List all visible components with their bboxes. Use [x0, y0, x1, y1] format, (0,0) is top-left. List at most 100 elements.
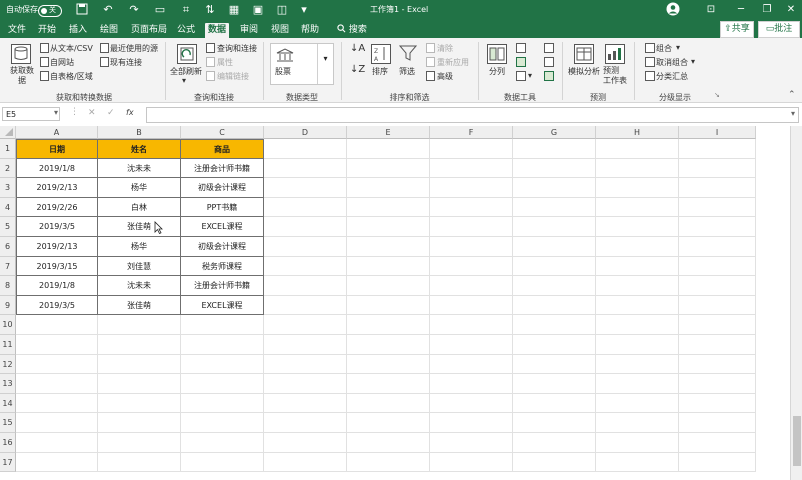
column-header[interactable]: F — [430, 126, 513, 139]
row-header[interactable]: 13 — [0, 374, 16, 394]
sort-desc-icon[interactable]: ↓Z — [350, 64, 365, 75]
grid-cell[interactable] — [430, 335, 513, 355]
grid-cell[interactable] — [347, 413, 430, 433]
borders-icon[interactable]: ▦ — [226, 3, 242, 17]
filter-button[interactable]: 筛选 — [399, 66, 415, 77]
grid-cell[interactable] — [513, 315, 596, 335]
data-types-gallery[interactable]: 股票 ▾ — [270, 43, 334, 85]
tab-view[interactable]: 视图 — [268, 23, 292, 38]
account-icon[interactable] — [660, 2, 686, 18]
get-data-icon[interactable] — [11, 44, 31, 64]
table-cell[interactable]: 2019/3/5 — [16, 295, 98, 316]
grid-cell[interactable] — [16, 413, 98, 433]
grid-cell[interactable] — [679, 197, 756, 218]
grid-cell[interactable] — [513, 139, 596, 159]
grid-cell[interactable] — [181, 433, 264, 453]
reapply-button[interactable]: 重新应用 — [437, 57, 469, 68]
table-cell[interactable]: 2019/2/26 — [16, 197, 98, 218]
grid-cell[interactable] — [98, 452, 181, 473]
grid-cell[interactable] — [430, 315, 513, 335]
grid-cell[interactable] — [264, 374, 347, 394]
column-header[interactable]: D — [264, 126, 347, 139]
close-icon[interactable]: ✕ — [778, 2, 802, 18]
customize-quick-access-icon[interactable]: ▾ — [296, 3, 312, 17]
grid-cell[interactable] — [596, 178, 679, 198]
table-cell[interactable]: 2019/1/8 — [16, 158, 98, 179]
grid-cell[interactable] — [430, 354, 513, 375]
relationships-icon[interactable] — [544, 57, 554, 67]
grid-cell[interactable] — [430, 197, 513, 218]
table-cell[interactable]: 杨华 — [98, 178, 181, 198]
filter-quick-icon[interactable]: ⌗ — [178, 3, 194, 17]
tab-draw[interactable]: 绘图 — [97, 23, 121, 38]
grid-cell[interactable] — [513, 433, 596, 453]
tab-file[interactable]: 文件 — [5, 23, 29, 38]
select-all-corner[interactable] — [0, 126, 16, 139]
grid-cell[interactable] — [181, 335, 264, 355]
grid-cell[interactable] — [430, 295, 513, 316]
grid-cell[interactable] — [679, 433, 756, 453]
grid-cell[interactable] — [679, 452, 756, 473]
grid-cell[interactable] — [596, 433, 679, 453]
grid-cell[interactable] — [430, 256, 513, 277]
grid-cell[interactable] — [264, 217, 347, 237]
table-cell[interactable]: 注册会计师书籍 — [181, 158, 264, 179]
grid-cell[interactable] — [430, 139, 513, 159]
tab-formulas[interactable]: 公式 — [174, 23, 198, 38]
grid-cell[interactable] — [264, 158, 347, 179]
grid-cell[interactable] — [679, 276, 756, 296]
grid-cell[interactable] — [513, 374, 596, 394]
table-header-cell[interactable]: 日期 — [16, 139, 98, 159]
grid-cell[interactable] — [264, 295, 347, 316]
table-cell[interactable]: 2019/3/15 — [16, 256, 98, 277]
grid-cell[interactable] — [16, 315, 98, 335]
grid-cell[interactable] — [347, 178, 430, 198]
print-icon[interactable]: ▣ — [250, 3, 266, 17]
share-button[interactable]: ⇪共享 — [720, 21, 754, 38]
table-cell[interactable]: PPT书籍 — [181, 197, 264, 218]
data-validation-icon[interactable] — [516, 71, 526, 81]
grid-cell[interactable] — [679, 374, 756, 394]
properties-button[interactable]: 属性 — [217, 57, 233, 68]
refresh-all-icon[interactable] — [177, 44, 197, 64]
grid-cell[interactable] — [347, 237, 430, 257]
grid-cell[interactable] — [679, 295, 756, 316]
column-header[interactable]: I — [679, 126, 756, 139]
grid-cell[interactable] — [430, 217, 513, 237]
grid-cell[interactable] — [264, 237, 347, 257]
grid-cell[interactable] — [98, 433, 181, 453]
table-cell[interactable]: 2019/2/13 — [16, 237, 98, 257]
grid-cell[interactable] — [596, 139, 679, 159]
expand-formula-bar-icon[interactable]: ▾ — [791, 109, 795, 118]
grid-cell[interactable] — [513, 276, 596, 296]
grid-cell[interactable] — [181, 452, 264, 473]
save-icon[interactable] — [74, 3, 90, 17]
row-header[interactable]: 17 — [0, 452, 16, 473]
grid-cell[interactable] — [513, 452, 596, 473]
grid-cell[interactable] — [347, 374, 430, 394]
data-model-icon[interactable] — [544, 71, 554, 81]
grid-cell[interactable] — [513, 335, 596, 355]
row-header[interactable]: 2 — [0, 158, 16, 179]
grid-cell[interactable] — [513, 413, 596, 433]
grid-cell[interactable] — [430, 433, 513, 453]
grid-cell[interactable] — [679, 217, 756, 237]
group-dropdown-icon[interactable]: ▾ — [676, 43, 680, 52]
grid-cell[interactable] — [347, 433, 430, 453]
table-cell[interactable]: 沈未未 — [98, 276, 181, 296]
sort-asc-icon[interactable]: ↓A — [350, 43, 365, 54]
ribbon-display-icon[interactable]: ⊡ — [698, 2, 724, 18]
edit-links-button[interactable]: 编辑链接 — [217, 71, 249, 82]
forecast-sheet-button[interactable]: 预测 工作表 — [603, 66, 627, 86]
filter-icon[interactable] — [398, 44, 418, 62]
grid-cell[interactable] — [347, 139, 430, 159]
grid-cell[interactable] — [679, 158, 756, 179]
get-data-button[interactable]: 获取数据 — [8, 66, 36, 86]
grid-cell[interactable] — [430, 393, 513, 414]
clear-button[interactable]: 清除 — [437, 43, 453, 54]
text-to-columns-icon[interactable] — [487, 44, 507, 64]
row-header[interactable]: 9 — [0, 295, 16, 316]
tab-insert[interactable]: 插入 — [66, 23, 90, 38]
row-header[interactable]: 1 — [0, 139, 16, 159]
grid-cell[interactable] — [596, 452, 679, 473]
